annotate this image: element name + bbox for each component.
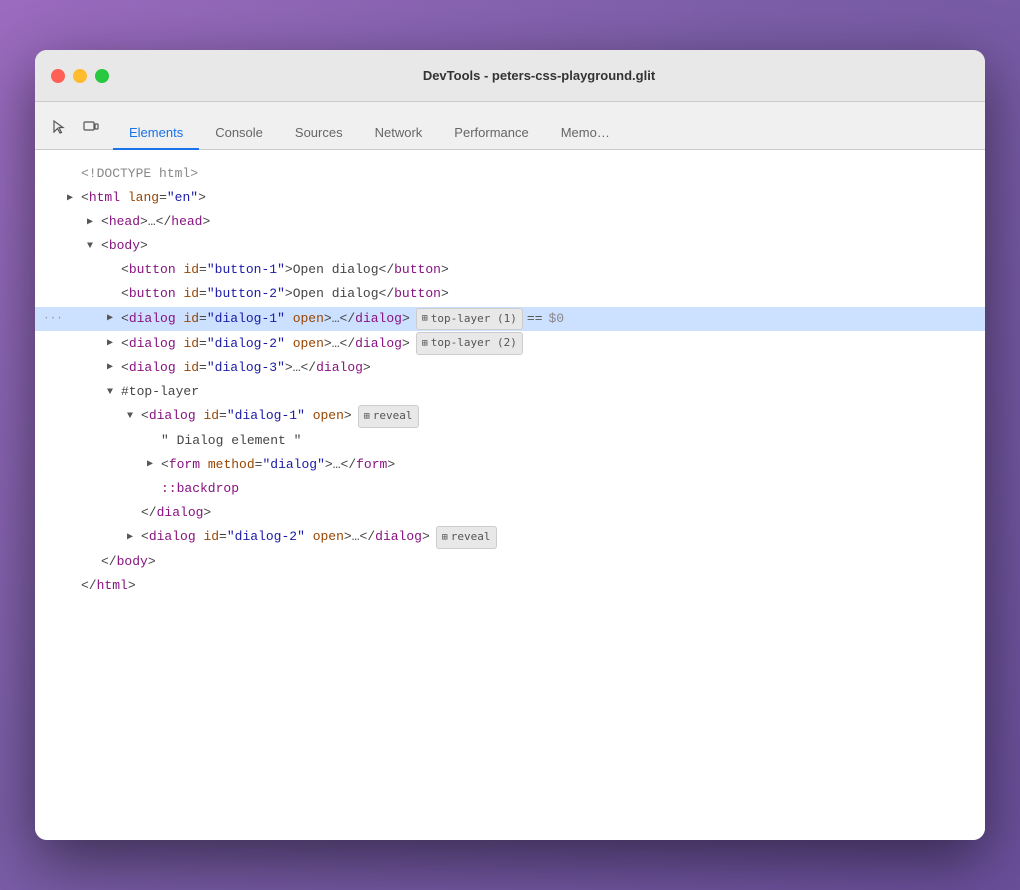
dom-top-layer-dialog-2[interactable]: <dialog id="dialog-2" open>…</dialog> ⊞ … [35, 525, 985, 550]
dom-body-close: </body> [35, 550, 985, 574]
dom-dialog-2[interactable]: <dialog id="dialog-2" open>…</dialog> ⊞ … [35, 331, 985, 356]
form-text: <form method="dialog">…</form> [161, 454, 395, 476]
reveal-badge-1[interactable]: ⊞ reveal [358, 405, 419, 428]
head-tag-text: <head>…</head> [101, 211, 210, 233]
reveal-label-2: reveal [451, 528, 491, 547]
badge-icon: ⊞ [422, 310, 428, 327]
reveal-label: reveal [373, 407, 413, 426]
tab-sources[interactable]: Sources [279, 117, 359, 150]
dialog1-text: <dialog id="dialog-1" open>…</dialog> [121, 308, 410, 330]
tab-elements[interactable]: Elements [113, 117, 199, 150]
top-layer-1-badge[interactable]: ⊞ top-layer (1) [416, 308, 523, 331]
window-title: DevTools - peters-css-playground.glit [109, 68, 969, 83]
body-close-text: </body> [101, 551, 156, 573]
dom-dialog-3[interactable]: <dialog id="dialog-3">…</dialog> [35, 356, 985, 380]
badge-icon: ⊞ [422, 335, 428, 352]
maximize-button[interactable] [95, 69, 109, 83]
badge-icon: ⊞ [364, 408, 370, 425]
dom-button-2[interactable]: <button id="button-2">Open dialog</butto… [35, 282, 985, 306]
doctype-text: <!DOCTYPE html> [81, 163, 198, 185]
form-toggle[interactable] [147, 456, 161, 473]
dialog2-toggle[interactable] [107, 335, 121, 352]
cursor-icon[interactable] [45, 113, 73, 141]
dialog-close-text: </dialog> [141, 502, 211, 524]
dom-backdrop: ::backdrop [35, 477, 985, 501]
top-layer-dialog1-toggle[interactable] [127, 408, 141, 425]
body-open-text: <body> [101, 235, 148, 257]
dollar-sign: $0 [549, 308, 565, 330]
dom-top-layer[interactable]: #top-layer [35, 380, 985, 404]
tab-console[interactable]: Console [199, 117, 279, 150]
dom-form[interactable]: <form method="dialog">…</form> [35, 453, 985, 477]
tab-memory[interactable]: Memo… [545, 117, 626, 150]
minimize-button[interactable] [73, 69, 87, 83]
tab-network[interactable]: Network [359, 117, 439, 150]
html-toggle[interactable] [67, 190, 81, 207]
dom-html[interactable]: <html lang="en"> [35, 186, 985, 210]
backdrop-text: ::backdrop [161, 478, 239, 500]
dialog3-toggle[interactable] [107, 359, 121, 376]
devtools-window: DevTools - peters-css-playground.glit El… [35, 50, 985, 840]
dom-head[interactable]: <head>…</head> [35, 210, 985, 234]
title-bar: DevTools - peters-css-playground.glit [35, 50, 985, 102]
dom-dialog-text-node: " Dialog element " [35, 429, 985, 453]
three-dots: ··· [43, 310, 63, 329]
badge-label: top-layer (2) [431, 334, 517, 353]
tab-bar: Elements Console Sources Network Perform… [35, 102, 985, 150]
top-layer-dialog2-text: <dialog id="dialog-2" open>…</dialog> [141, 526, 430, 548]
top-layer-dialog2-toggle[interactable] [127, 529, 141, 546]
top-layer-text: #top-layer [121, 381, 199, 403]
html-tag-text: <html lang="en"> [81, 187, 206, 209]
dom-doctype: <!DOCTYPE html> [35, 162, 985, 186]
dom-body-open[interactable]: <body> [35, 234, 985, 258]
dom-panel: <!DOCTYPE html> <html lang="en"> <head>…… [35, 150, 985, 840]
top-layer-2-badge[interactable]: ⊞ top-layer (2) [416, 332, 523, 355]
dom-top-layer-dialog-1[interactable]: <dialog id="dialog-1" open> ⊞ reveal [35, 404, 985, 429]
traffic-lights [51, 69, 109, 83]
body-toggle[interactable] [87, 238, 101, 255]
head-toggle[interactable] [87, 214, 101, 231]
top-layer-toggle[interactable] [107, 384, 121, 401]
device-toggle-icon[interactable] [77, 113, 105, 141]
dialog1-toggle[interactable] [107, 310, 121, 327]
top-layer-dialog1-text: <dialog id="dialog-1" open> [141, 405, 352, 427]
close-button[interactable] [51, 69, 65, 83]
html-close-text: </html> [81, 575, 136, 597]
dom-dialog-1[interactable]: ··· <dialog id="dialog-1" open>…</dialog… [35, 307, 985, 332]
tab-performance[interactable]: Performance [438, 117, 544, 150]
badge-icon: ⊞ [442, 529, 448, 546]
reveal-badge-2[interactable]: ⊞ reveal [436, 526, 497, 549]
dom-button-1[interactable]: <button id="button-1">Open dialog</butto… [35, 258, 985, 282]
dialog2-text: <dialog id="dialog-2" open>…</dialog> [121, 333, 410, 355]
dialog-text-content: " Dialog element " [161, 430, 301, 452]
button2-text: <button id="button-2">Open dialog</butto… [121, 283, 449, 305]
dom-html-close: </html> [35, 574, 985, 598]
dom-dialog-close: </dialog> [35, 501, 985, 525]
equal-sign: == [527, 308, 543, 330]
dialog3-text: <dialog id="dialog-3">…</dialog> [121, 357, 371, 379]
button1-text: <button id="button-1">Open dialog</butto… [121, 259, 449, 281]
badge-label: top-layer (1) [431, 310, 517, 329]
devtools-icon-group [45, 113, 105, 141]
